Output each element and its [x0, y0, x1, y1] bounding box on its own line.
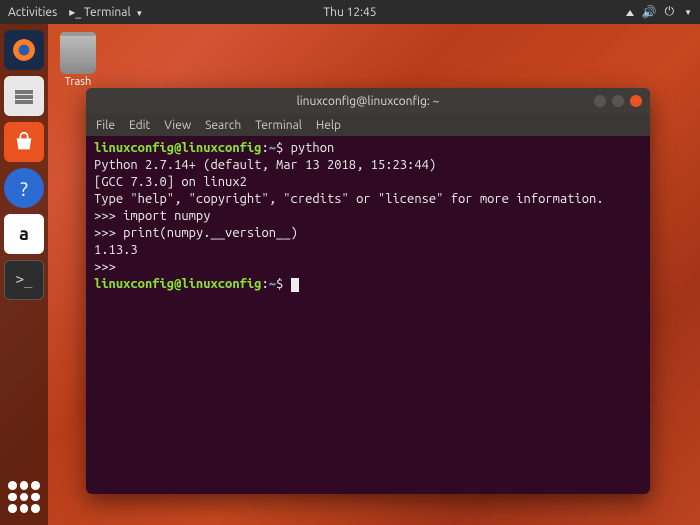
chevron-down-icon: ▼	[135, 9, 143, 18]
network-icon[interactable]	[626, 6, 634, 19]
clock[interactable]: Thu 12:45	[323, 6, 376, 19]
window-close-button[interactable]	[630, 95, 642, 107]
cursor	[291, 278, 299, 292]
output-line: Type "help", "copyright", "credits" or "…	[94, 192, 604, 206]
gnome-topbar: Activities ▸_ Terminal ▼ Thu 12:45 🔊 ⏻ ▼	[0, 0, 700, 24]
output-line: [GCC 7.3.0] on linux2	[94, 175, 247, 189]
output-line: >>>	[94, 260, 116, 274]
prompt-user: linuxconfig@linuxconfig	[94, 277, 261, 291]
cmd-line: python	[283, 141, 334, 155]
terminal-window: linuxconfig@linuxconfig: ~ File Edit Vie…	[86, 88, 650, 494]
output-line: >>> import numpy	[94, 209, 210, 223]
trash-label: Trash	[60, 76, 96, 88]
prompt-path: ~	[269, 277, 276, 291]
volume-icon[interactable]: 🔊	[642, 5, 657, 19]
menu-terminal[interactable]: Terminal	[255, 119, 302, 132]
terminal-body[interactable]: linuxconfig@linuxconfig:~$ python Python…	[86, 136, 650, 494]
power-icon[interactable]: ⏻	[665, 5, 675, 19]
window-title: linuxconfig@linuxconfig: ~	[297, 95, 440, 108]
terminal-menubar: File Edit View Search Terminal Help	[86, 114, 650, 136]
menu-view[interactable]: View	[164, 119, 191, 132]
menu-edit[interactable]: Edit	[129, 119, 150, 132]
amazon-icon[interactable]: a	[4, 214, 44, 254]
terminal-launcher-icon[interactable]: >_	[4, 260, 44, 300]
trash-icon	[60, 32, 96, 74]
activities-button[interactable]: Activities	[8, 6, 57, 19]
app-menu[interactable]: ▸_ Terminal ▼	[69, 5, 143, 19]
ubuntu-software-icon[interactable]	[4, 122, 44, 162]
output-line: >>> print(numpy.__version__)	[94, 226, 298, 240]
window-minimize-button[interactable]	[594, 95, 606, 107]
firefox-icon[interactable]	[4, 30, 44, 70]
help-icon[interactable]: ?	[4, 168, 44, 208]
trash-desktop-icon[interactable]: Trash	[60, 32, 96, 88]
menu-search[interactable]: Search	[205, 119, 241, 132]
terminal-icon: ▸_	[69, 6, 81, 19]
menu-file[interactable]: File	[96, 119, 115, 132]
chevron-down-icon: ▼	[684, 8, 692, 17]
output-line: 1.13.3	[94, 243, 138, 257]
files-icon[interactable]	[4, 76, 44, 116]
output-line: Python 2.7.14+ (default, Mar 13 2018, 15…	[94, 158, 436, 172]
show-applications-button[interactable]	[8, 481, 40, 513]
menu-help[interactable]: Help	[316, 119, 341, 132]
prompt-path: ~	[269, 141, 276, 155]
prompt-user: linuxconfig@linuxconfig	[94, 141, 261, 155]
window-maximize-button[interactable]	[612, 95, 624, 107]
dock: ? a >_	[0, 24, 48, 525]
window-titlebar[interactable]: linuxconfig@linuxconfig: ~	[86, 88, 650, 114]
